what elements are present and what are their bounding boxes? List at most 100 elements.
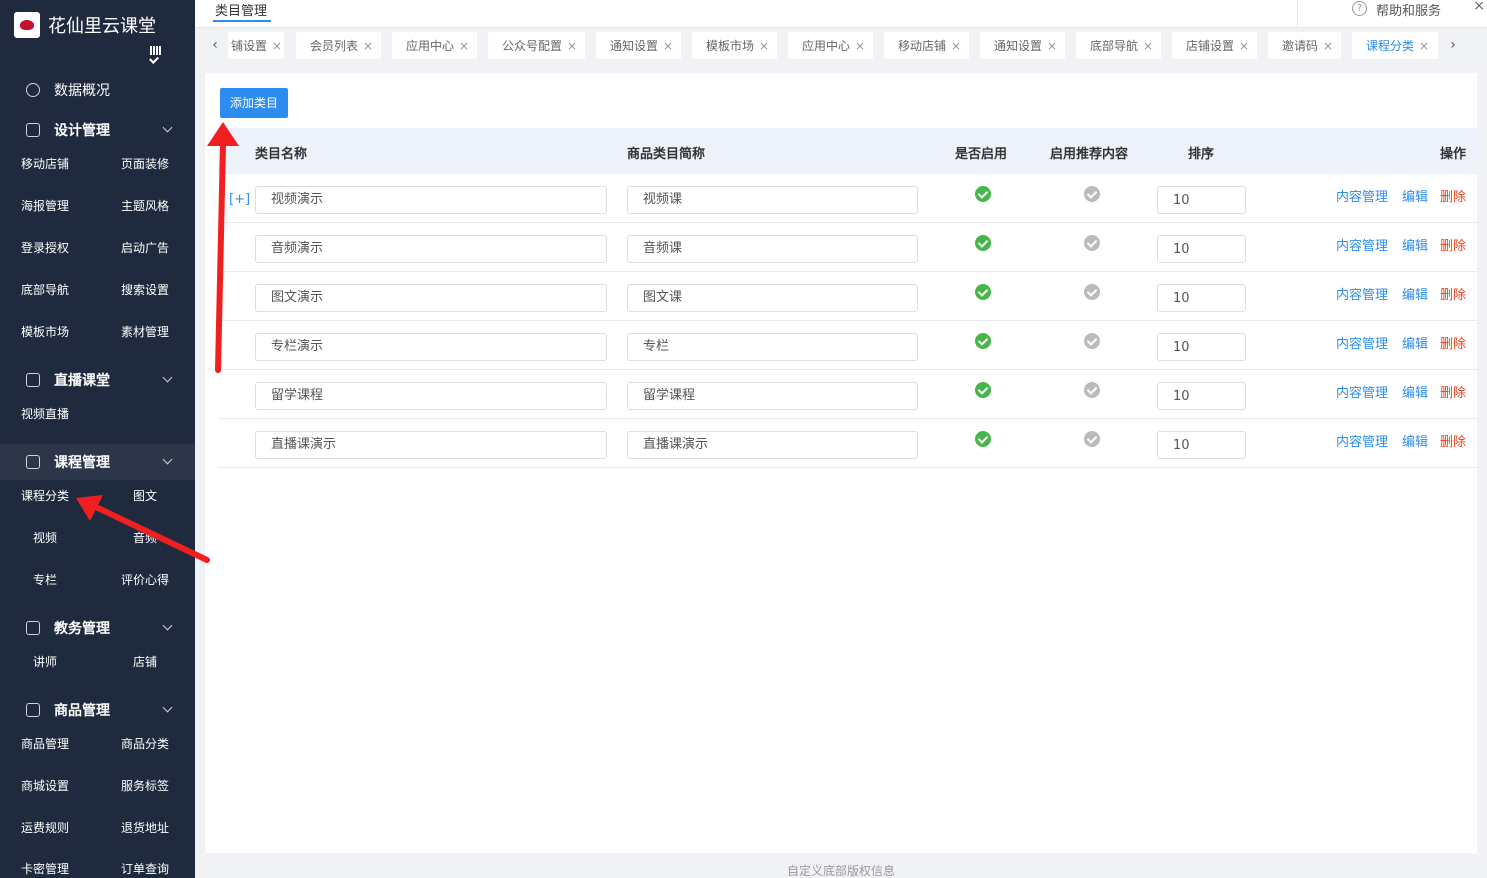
edit-link[interactable]: 编辑 <box>1402 186 1428 205</box>
edit-link[interactable]: 编辑 <box>1402 382 1428 401</box>
menu-group-design[interactable]: 设计管理 <box>0 112 195 148</box>
menu-item-video-live[interactable]: 视频直播 <box>15 405 75 422</box>
short-name-input[interactable]: 视频课 <box>627 186 918 214</box>
category-name-input[interactable]: 专栏演示 <box>255 333 607 361</box>
menu-item-return-address[interactable]: 退货地址 <box>115 819 175 836</box>
content-manage-link[interactable]: 内容管理 <box>1336 431 1388 450</box>
tab-item[interactable]: 会员列表 × <box>296 32 381 59</box>
tab-item[interactable]: 公众号配置 × <box>488 32 585 59</box>
add-category-button[interactable]: 添加类目 <box>220 88 288 118</box>
check-circle-icon[interactable] <box>1084 382 1100 398</box>
close-icon[interactable]: × <box>459 39 469 53</box>
menu-data-overview[interactable]: 数据概况 <box>0 70 195 110</box>
menu-item-service-tags[interactable]: 服务标签 <box>115 777 175 794</box>
tab-item[interactable]: 通知设置 × <box>596 32 681 59</box>
check-circle-icon[interactable] <box>975 333 991 349</box>
close-icon[interactable]: × <box>1143 39 1153 53</box>
check-circle-icon[interactable] <box>975 235 991 251</box>
sort-input[interactable]: 10 <box>1157 235 1246 263</box>
delete-link[interactable]: 删除 <box>1440 186 1466 205</box>
content-manage-link[interactable]: 内容管理 <box>1336 382 1388 401</box>
edit-link[interactable]: 编辑 <box>1402 284 1428 303</box>
close-icon[interactable]: × <box>1323 39 1333 53</box>
menu-item-column[interactable]: 专栏 <box>15 571 75 588</box>
check-circle-icon[interactable] <box>1084 333 1100 349</box>
menu-item-order-query[interactable]: 订单查询 <box>115 860 175 877</box>
tab-item[interactable]: 应用中心 × <box>788 32 873 59</box>
tab-item[interactable]: 应用中心 × <box>392 32 477 59</box>
close-icon[interactable]: × <box>272 39 282 53</box>
check-circle-icon[interactable] <box>1084 284 1100 300</box>
menu-item-poster[interactable]: 海报管理 <box>15 197 75 214</box>
delete-link[interactable]: 删除 <box>1440 284 1466 303</box>
content-manage-link[interactable]: 内容管理 <box>1336 235 1388 254</box>
menu-item-launch-ad[interactable]: 启动广告 <box>115 239 175 256</box>
sort-input[interactable]: 10 <box>1157 431 1246 459</box>
close-icon[interactable]: × <box>759 39 769 53</box>
menu-item-search-settings[interactable]: 搜索设置 <box>115 281 175 298</box>
check-circle-icon[interactable] <box>975 186 991 202</box>
check-circle-icon[interactable] <box>1084 186 1100 202</box>
check-circle-icon[interactable] <box>975 382 991 398</box>
close-icon[interactable]: × <box>951 39 961 53</box>
sort-input[interactable]: 10 <box>1157 186 1246 214</box>
close-icon[interactable]: × <box>567 39 577 53</box>
tab-item[interactable]: 邀请码 × <box>1268 32 1341 59</box>
tab-item[interactable]: 移动店铺 × <box>884 32 969 59</box>
menu-item-mobile-store[interactable]: 移动店铺 <box>15 155 75 172</box>
close-icon[interactable]: × <box>855 39 865 53</box>
expand-toggle[interactable]: [+] <box>229 192 250 207</box>
delete-link[interactable]: 删除 <box>1440 431 1466 450</box>
delete-link[interactable]: 删除 <box>1440 235 1466 254</box>
menu-group-goods[interactable]: 商品管理 <box>0 692 195 728</box>
close-icon[interactable]: × <box>1473 0 1485 14</box>
menu-item-login-auth[interactable]: 登录授权 <box>15 239 75 256</box>
check-circle-icon[interactable] <box>975 284 991 300</box>
menu-item-lecturer[interactable]: 讲师 <box>15 653 75 670</box>
menu-item-shipping-rules[interactable]: 运费规则 <box>15 819 75 836</box>
tab-item[interactable]: 模板市场 × <box>692 32 777 59</box>
category-name-input[interactable]: 视频演示 <box>255 186 607 214</box>
category-name-input[interactable]: 直播课演示 <box>255 431 607 459</box>
menu-group-course[interactable]: 课程管理 <box>0 444 195 480</box>
tab-item-active[interactable]: 课程分类 × <box>1352 32 1438 59</box>
menu-item-reviews[interactable]: 评价心得 <box>115 571 175 588</box>
menu-item-mall-settings[interactable]: 商城设置 <box>15 777 75 794</box>
tab-item[interactable]: 通知设置 × <box>980 32 1065 59</box>
brand-logo[interactable]: 花仙里云课堂 <box>0 0 195 50</box>
check-circle-icon[interactable] <box>975 431 991 447</box>
tab-scroll-right-icon[interactable]: › <box>1444 37 1462 55</box>
menu-item-goods[interactable]: 商品管理 <box>15 735 75 752</box>
check-circle-icon[interactable] <box>1084 235 1100 251</box>
delete-link[interactable]: 删除 <box>1440 333 1466 352</box>
tab-item[interactable]: 铺设置 × <box>228 32 284 59</box>
sort-input[interactable]: 10 <box>1157 284 1246 312</box>
sort-input[interactable]: 10 <box>1157 333 1246 361</box>
check-circle-icon[interactable] <box>1084 431 1100 447</box>
short-name-input[interactable]: 留学课程 <box>627 382 918 410</box>
close-icon[interactable]: × <box>1239 39 1249 53</box>
content-manage-link[interactable]: 内容管理 <box>1336 333 1388 352</box>
close-icon[interactable]: × <box>663 39 673 53</box>
edit-link[interactable]: 编辑 <box>1402 431 1428 450</box>
help-service[interactable]: ? 帮助和服务 × <box>1297 0 1487 28</box>
menu-item-video[interactable]: 视频 <box>15 529 75 546</box>
menu-group-academic[interactable]: 教务管理 <box>0 610 195 646</box>
content-manage-link[interactable]: 内容管理 <box>1336 284 1388 303</box>
menu-item-store[interactable]: 店铺 <box>115 653 175 670</box>
menu-item-goods-category[interactable]: 商品分类 <box>115 735 175 752</box>
short-name-input[interactable]: 直播课演示 <box>627 431 918 459</box>
collapse-menu-icon[interactable] <box>148 46 164 64</box>
close-icon[interactable]: × <box>1047 39 1057 53</box>
tab-scroll-left-icon[interactable]: ‹ <box>206 37 224 55</box>
tab-item[interactable]: 店铺设置 × <box>1172 32 1257 59</box>
close-icon[interactable]: × <box>363 39 373 53</box>
sort-input[interactable]: 10 <box>1157 382 1246 410</box>
short-name-input[interactable]: 图文课 <box>627 284 918 312</box>
short-name-input[interactable]: 专栏 <box>627 333 918 361</box>
category-name-input[interactable]: 图文演示 <box>255 284 607 312</box>
menu-item-page-decoration[interactable]: 页面装修 <box>115 155 175 172</box>
menu-item-bottom-nav[interactable]: 底部导航 <box>15 281 75 298</box>
menu-item-course-category[interactable]: 课程分类 <box>15 487 75 504</box>
menu-item-template-market[interactable]: 模板市场 <box>15 323 75 340</box>
